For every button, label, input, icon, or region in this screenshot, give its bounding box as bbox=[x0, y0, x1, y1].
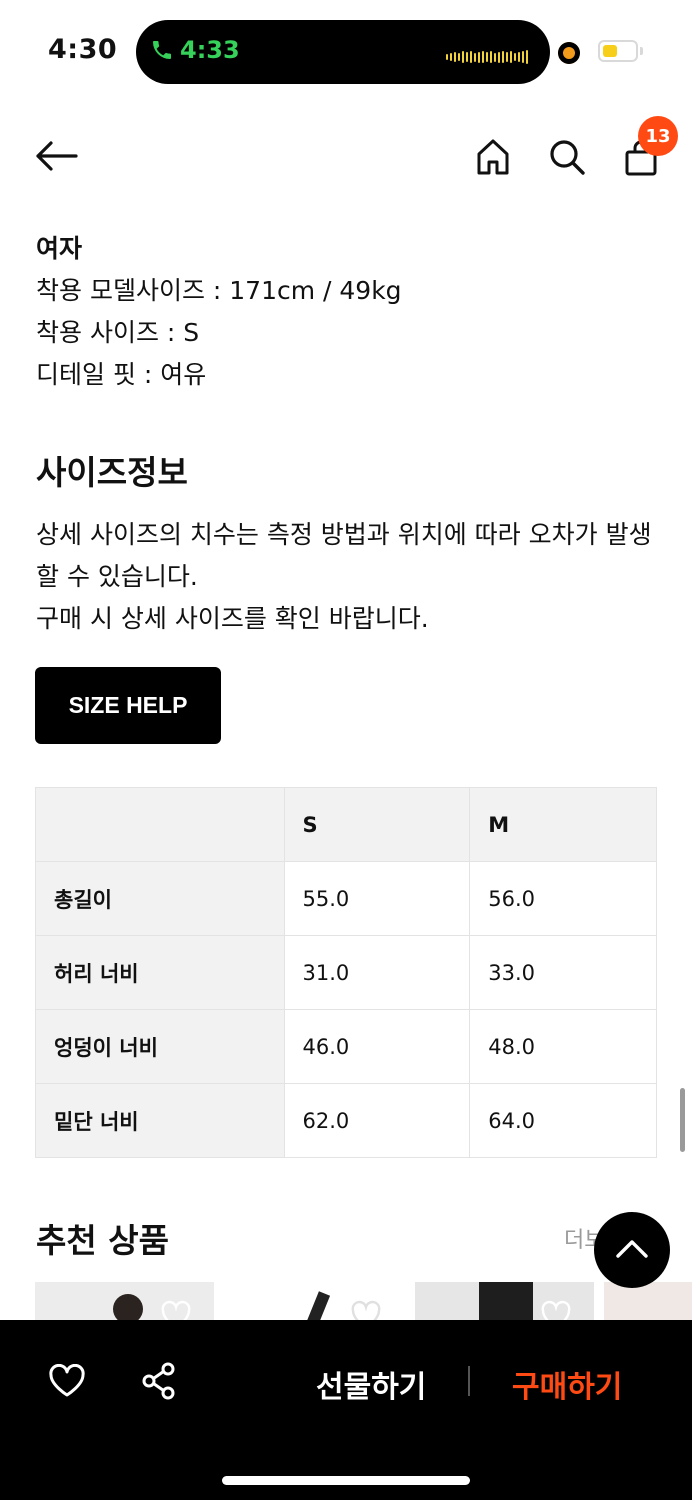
table-row-label: 총길이 bbox=[35, 861, 285, 936]
table-cell: 64.0 bbox=[469, 1083, 657, 1158]
chevron-up-icon bbox=[616, 1240, 648, 1258]
share-button[interactable] bbox=[136, 1358, 182, 1404]
size-notice-line1: 상세 사이즈의 치수는 측정 방법과 위치에 따라 오차가 발생할 수 있습니다… bbox=[36, 520, 652, 591]
status-time: 4:30 bbox=[48, 34, 118, 65]
recommend-title: 추천 상품 bbox=[36, 1221, 169, 1260]
battery-tip bbox=[640, 47, 643, 55]
table-row-label: 밑단 너비 bbox=[35, 1083, 285, 1158]
back-button[interactable] bbox=[32, 136, 80, 176]
call-timer: 4:33 bbox=[180, 36, 240, 64]
scrollbar[interactable] bbox=[680, 1088, 685, 1152]
product-image bbox=[303, 1291, 331, 1322]
arrow-left-icon bbox=[36, 141, 78, 171]
table-cell: 31.0 bbox=[283, 935, 471, 1010]
product-card[interactable] bbox=[35, 1282, 214, 1322]
scroll-top-button[interactable] bbox=[594, 1212, 670, 1288]
audio-waveform-icon bbox=[446, 50, 528, 64]
product-card[interactable] bbox=[225, 1282, 404, 1322]
gift-button[interactable]: 선물하기 bbox=[316, 1362, 426, 1406]
model-gender: 여자 bbox=[36, 234, 83, 263]
table-row: 밑단 너비 62.0 64.0 bbox=[35, 1083, 657, 1158]
size-help-button[interactable]: SIZE HELP bbox=[35, 667, 221, 744]
search-icon bbox=[550, 140, 585, 175]
home-indicator[interactable] bbox=[222, 1476, 470, 1485]
table-cell: 46.0 bbox=[283, 1009, 471, 1084]
table-header-row: S M bbox=[35, 787, 657, 862]
phone-icon bbox=[153, 41, 171, 59]
table-cell: 62.0 bbox=[283, 1083, 471, 1158]
heart-icon[interactable] bbox=[160, 1300, 192, 1322]
divider bbox=[468, 1366, 470, 1396]
product-card[interactable] bbox=[415, 1282, 594, 1322]
worn-size: 착용 사이즈 : S bbox=[36, 318, 200, 347]
size-table: S M 총길이 55.0 56.0 허리 너비 31.0 33.0 엉덩이 너비… bbox=[35, 787, 657, 1158]
table-row: 엉덩이 너비 46.0 48.0 bbox=[35, 1009, 657, 1084]
battery-icon bbox=[598, 40, 638, 62]
heart-icon[interactable] bbox=[350, 1300, 382, 1322]
size-notice: 상세 사이즈의 치수는 측정 방법과 위치에 따라 오차가 발생할 수 있습니다… bbox=[36, 514, 666, 640]
size-notice-line2: 구매 시 상세 사이즈를 확인 바랍니다. bbox=[36, 604, 429, 633]
wishlist-button[interactable] bbox=[44, 1358, 90, 1404]
table-header-cell: M bbox=[469, 787, 657, 862]
table-row: 허리 너비 31.0 33.0 bbox=[35, 935, 657, 1010]
product-image bbox=[479, 1282, 533, 1322]
table-row-label: 허리 너비 bbox=[35, 935, 285, 1010]
table-row-label: 엉덩이 너비 bbox=[35, 1009, 285, 1084]
table-cell: 56.0 bbox=[469, 861, 657, 936]
product-image bbox=[113, 1294, 143, 1322]
heart-icon[interactable] bbox=[540, 1300, 572, 1322]
table-header-cell: S bbox=[283, 787, 471, 862]
table-cell: 33.0 bbox=[469, 935, 657, 1010]
size-info-title: 사이즈정보 bbox=[36, 453, 188, 492]
bottom-action-bar bbox=[0, 1320, 692, 1500]
home-button[interactable] bbox=[472, 136, 514, 178]
table-row: 총길이 55.0 56.0 bbox=[35, 861, 657, 936]
heart-icon bbox=[49, 1364, 85, 1397]
product-card[interactable] bbox=[604, 1282, 692, 1322]
camera-indicator-icon bbox=[558, 42, 580, 64]
share-icon bbox=[142, 1362, 175, 1400]
table-cell: 55.0 bbox=[283, 861, 471, 936]
search-button[interactable] bbox=[546, 136, 588, 178]
call-indicator: 4:33 bbox=[150, 36, 240, 64]
buy-button[interactable]: 구매하기 bbox=[512, 1362, 622, 1406]
home-icon bbox=[477, 139, 509, 175]
model-size: 착용 모델사이즈 : 171cm / 49kg bbox=[36, 276, 402, 305]
table-cell: 48.0 bbox=[469, 1009, 657, 1084]
table-header-cell bbox=[35, 787, 285, 862]
cart-count-badge: 13 bbox=[638, 116, 678, 156]
detail-fit: 디테일 핏 : 여유 bbox=[36, 360, 207, 389]
model-info: 여자 착용 모델사이즈 : 171cm / 49kg 착용 사이즈 : S 디테… bbox=[36, 228, 402, 396]
